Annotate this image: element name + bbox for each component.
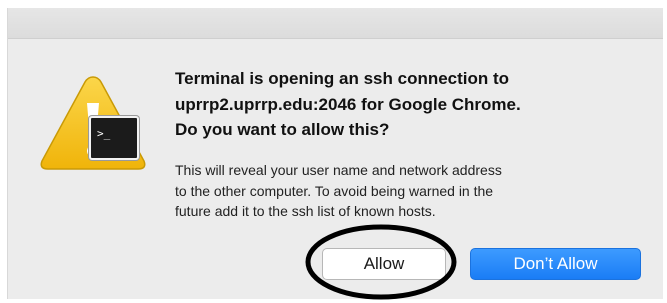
dialog-title-line-1: Terminal is opening an ssh connection to xyxy=(175,69,510,88)
allow-button[interactable]: Allow xyxy=(322,248,446,280)
terminal-prompt-glyph: >_ xyxy=(97,127,111,140)
terminal-icon: >_ xyxy=(89,116,139,160)
dialog-message-line-2: to the other computer. To avoid being wa… xyxy=(175,182,494,199)
dont-allow-button[interactable]: Don’t Allow xyxy=(470,248,641,280)
dialog-titlebar xyxy=(8,8,663,39)
dialog-title-line-2: uprrp2.uprrp.edu:2046 for Google Chrome. xyxy=(175,94,521,114)
dialog-message: This will reveal your user name and netw… xyxy=(175,160,645,222)
dialog-message-line-1: This will reveal your user name and netw… xyxy=(175,162,502,178)
dialog-title-line-3: Do you want to allow this? xyxy=(175,120,390,139)
dialog-message-line-3: future add it to the ssh list of known h… xyxy=(175,203,436,219)
dialog-title: Terminal is opening an ssh connection to… xyxy=(175,66,655,143)
screenshot-frame: >_ Terminal is opening an ssh connection… xyxy=(0,0,667,303)
